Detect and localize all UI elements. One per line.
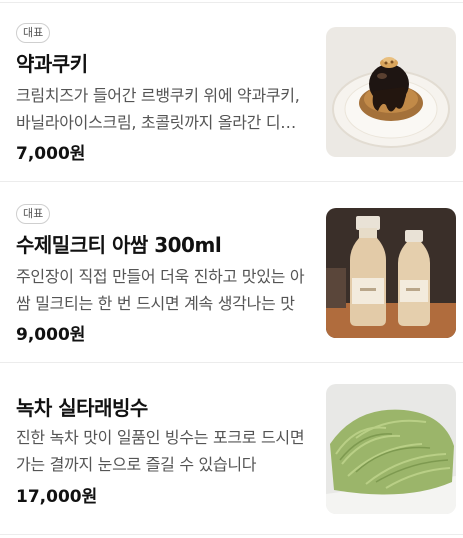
signature-badge: 대표 <box>16 23 51 43</box>
menu-item-photo <box>326 384 456 514</box>
menu-item-milk-tea[interactable]: 대표 수제밀크티 아쌈 300ml 주인장이 직접 만들어 더욱 진하고 맛있는… <box>0 181 463 361</box>
menu-item-name: 수제밀크티 아쌈 300ml <box>16 233 222 257</box>
yakgwa-cookie-photo-image <box>326 27 456 157</box>
menu-item-name: 녹차 실타래빙수 <box>16 396 148 420</box>
menu-item-photo <box>326 208 456 338</box>
menu-item-price: 7,000원 <box>16 144 86 164</box>
menu-item-green-tea-bingsu[interactable]: 녹차 실타래빙수 진한 녹차 맛이 일품인 빙수는 포크로 드시면 가는 결까지… <box>0 362 463 538</box>
menu-item-description: 크림치즈가 들어간 르뱅쿠키 위에 약과쿠키, 바닐라아이스크림, 초콜릿까지 … <box>16 86 300 132</box>
signature-badge: 대표 <box>16 204 51 224</box>
bottom-divider <box>0 534 463 535</box>
menu-item-description: 주인장이 직접 만들어 더욱 진하고 맛있는 아쌈 밀크티는 한 번 드시면 계… <box>16 267 305 313</box>
menu-item-price: 9,000원 <box>16 325 86 345</box>
menu-item-description: 진한 녹차 맛이 일품인 빙수는 포크로 드시면 가는 결까지 눈으로 즐길 수… <box>16 428 305 474</box>
menu-item-price: 17,000원 <box>16 487 98 507</box>
milk-tea-bottles-photo-image <box>326 208 456 338</box>
menu-item-photo <box>326 27 456 157</box>
menu-item-name: 약과쿠키 <box>16 52 88 76</box>
green-tea-bingsu-photo-image <box>326 384 456 514</box>
menu-item-yakgwa-cookie[interactable]: 대표 약과쿠키 크림치즈가 들어간 르뱅쿠키 위에 약과쿠키, 바닐라아이스크림… <box>0 0 463 180</box>
